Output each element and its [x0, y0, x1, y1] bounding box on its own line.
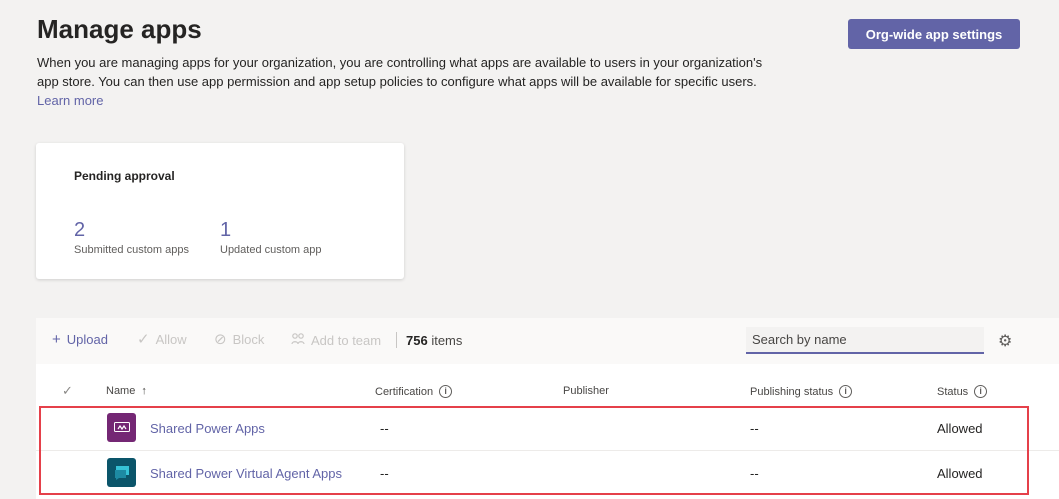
power-apps-icon — [107, 413, 136, 442]
submitted-count[interactable]: 2 — [74, 218, 189, 242]
block-label: Block — [232, 332, 265, 347]
column-publishing-status[interactable]: Publishing status i — [750, 385, 853, 398]
allow-label: Allow — [155, 332, 187, 347]
status-value: Allowed — [937, 421, 983, 436]
search-input[interactable] — [746, 327, 984, 354]
apps-table-panel: + Upload ✓ Allow ⊘ Block Add to team 756… — [36, 318, 1059, 499]
info-icon[interactable]: i — [974, 385, 988, 398]
updated-label: Updated custom app — [220, 244, 322, 256]
table-header: ✓ Name ↑ Certification i Publisher Publi… — [36, 376, 1059, 406]
upload-label: Upload — [66, 332, 108, 347]
table-row[interactable]: Shared Power Virtual Agent Apps -- -- Al… — [36, 451, 1059, 496]
plus-icon: + — [52, 331, 61, 348]
people-icon — [291, 332, 305, 349]
item-count-suffix: items — [431, 333, 463, 348]
org-wide-app-settings-button[interactable]: Org-wide app settings — [848, 19, 1020, 49]
table-row[interactable]: Shared Power Apps -- -- Allowed — [36, 406, 1059, 451]
column-name-label: Name — [106, 385, 136, 397]
description-text: When you are managing apps for your orga… — [37, 55, 763, 89]
publishing-status-value: -- — [750, 421, 759, 436]
toolbar-divider — [396, 332, 397, 348]
certification-value: -- — [380, 421, 389, 436]
toolbar: + Upload ✓ Allow ⊘ Block Add to team 756… — [36, 318, 1059, 364]
page-title: Manage apps — [37, 14, 202, 44]
select-all-checkmark-icon[interactable]: ✓ — [62, 383, 73, 399]
status-value: Allowed — [937, 466, 983, 481]
add-to-team-button[interactable]: Add to team — [291, 332, 381, 349]
column-publisher-label: Publisher — [563, 385, 609, 397]
checkmark-icon: ✓ — [137, 331, 150, 348]
allow-button[interactable]: ✓ Allow — [137, 332, 187, 347]
pending-approval-card: Pending approval 2 Submitted custom apps… — [36, 143, 404, 279]
column-publisher[interactable]: Publisher — [563, 385, 609, 397]
submitted-custom-apps-stat[interactable]: 2 Submitted custom apps — [74, 218, 189, 256]
add-to-team-label: Add to team — [311, 333, 382, 348]
submitted-label: Submitted custom apps — [74, 244, 189, 256]
gear-icon[interactable]: ⚙ — [998, 331, 1012, 351]
column-certification[interactable]: Certification i — [375, 385, 453, 398]
updated-count[interactable]: 1 — [220, 218, 322, 242]
column-publishing-status-label: Publishing status — [750, 385, 834, 398]
info-icon[interactable]: i — [839, 385, 853, 398]
column-name[interactable]: Name ↑ — [106, 385, 147, 397]
power-virtual-agents-icon — [107, 458, 136, 487]
upload-button[interactable]: + Upload — [52, 332, 108, 347]
column-certification-label: Certification — [375, 385, 434, 398]
publishing-status-value: -- — [750, 466, 759, 481]
learn-more-link[interactable]: Learn more — [37, 93, 103, 108]
certification-value: -- — [380, 466, 389, 481]
item-count: 756 items — [406, 333, 462, 348]
block-icon: ⊘ — [214, 331, 227, 348]
updated-custom-app-stat[interactable]: 1 Updated custom app — [220, 218, 322, 256]
sort-arrow-up-icon: ↑ — [141, 385, 147, 397]
item-count-number: 756 — [406, 333, 428, 348]
block-button[interactable]: ⊘ Block — [214, 332, 264, 347]
page-description: When you are managing apps for your orga… — [37, 53, 777, 110]
column-status[interactable]: Status i — [937, 385, 988, 398]
column-status-label: Status — [937, 385, 969, 398]
app-name-link[interactable]: Shared Power Apps — [150, 421, 265, 436]
pending-approval-title: Pending approval — [74, 169, 175, 183]
info-icon[interactable]: i — [439, 385, 453, 398]
app-name-link[interactable]: Shared Power Virtual Agent Apps — [150, 466, 342, 481]
